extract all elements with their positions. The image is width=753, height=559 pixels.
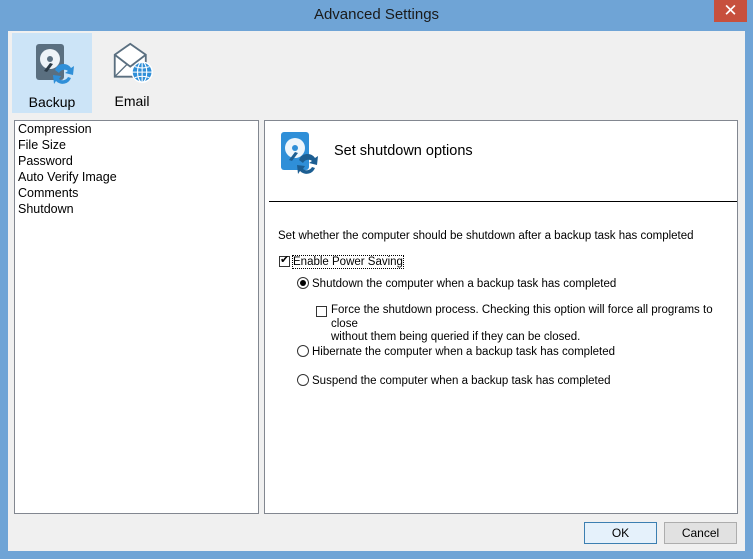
enable-power-saving-checkbox-box[interactable]: ✔ (279, 254, 290, 267)
shutdown-radio[interactable]: Shutdown the computer when a backup task… (297, 277, 616, 290)
nav-item-password[interactable]: Password (15, 153, 258, 169)
suspend-radio-circle[interactable] (297, 374, 309, 386)
toolbar-email-label: Email (114, 93, 150, 109)
header-divider (269, 201, 737, 202)
nav-item-compression[interactable]: Compression (15, 121, 258, 137)
window-title: Advanced Settings (313, 6, 440, 23)
panel-description: Set whether the computer should be shutd… (278, 230, 694, 242)
force-shutdown-checkbox[interactable] (316, 306, 330, 318)
toolbar-backup-label: Backup (28, 94, 76, 110)
settings-category-list: Compression File Size Password Auto Veri… (14, 120, 259, 514)
panel-title: Set shutdown options (334, 143, 473, 159)
radio-selected-dot (300, 280, 306, 286)
dialog-body: Backup Email Compression File Size Passw… (8, 31, 745, 551)
email-globe-icon (113, 42, 153, 83)
shutdown-radio-label: Shutdown the computer when a backup task… (312, 278, 617, 290)
category-toolbar: Backup Email (8, 31, 745, 116)
nav-item-comments[interactable]: Comments (15, 185, 258, 201)
hibernate-radio-circle[interactable] (297, 345, 309, 357)
backup-disk-icon (281, 132, 318, 174)
nav-item-auto-verify-image[interactable]: Auto Verify Image (15, 169, 258, 185)
hibernate-radio-label: Hibernate the computer when a backup tas… (312, 346, 616, 358)
title-bar[interactable]: Advanced Settings ✕ (0, 0, 753, 31)
force-shutdown-label-line1: Force the shutdown process. Checking thi… (331, 304, 713, 330)
toolbar-backup-button[interactable]: Backup (12, 33, 92, 113)
advanced-settings-window: Advanced Settings ✕ Backup Email Compres… (0, 0, 753, 559)
shutdown-settings-panel: Set shutdown options Set whether the com… (264, 120, 738, 514)
enable-power-saving-checkbox[interactable]: ✔ Enable Power Saving (279, 254, 404, 269)
force-shutdown-label: Force the shutdown process. Checking thi… (331, 304, 737, 345)
toolbar-email-button[interactable]: Email (92, 33, 172, 113)
nav-item-file-size[interactable]: File Size (15, 137, 258, 153)
force-shutdown-checkbox-box[interactable] (316, 306, 327, 317)
enable-power-saving-label: Enable Power Saving (292, 255, 404, 269)
cancel-button[interactable]: Cancel (664, 522, 737, 544)
force-shutdown-label-line2: without them being queried if they can b… (331, 331, 581, 343)
checkmark-icon: ✔ (280, 254, 290, 266)
nav-item-shutdown[interactable]: Shutdown (15, 201, 258, 217)
shutdown-radio-circle[interactable] (297, 277, 309, 289)
ok-button[interactable]: OK (584, 522, 657, 544)
backup-disk-icon (36, 44, 74, 84)
hibernate-radio[interactable]: Hibernate the computer when a backup tas… (297, 345, 615, 358)
suspend-radio-label: Suspend the computer when a backup task … (312, 375, 611, 387)
suspend-radio[interactable]: Suspend the computer when a backup task … (297, 374, 611, 387)
close-button[interactable]: ✕ (714, 0, 747, 22)
